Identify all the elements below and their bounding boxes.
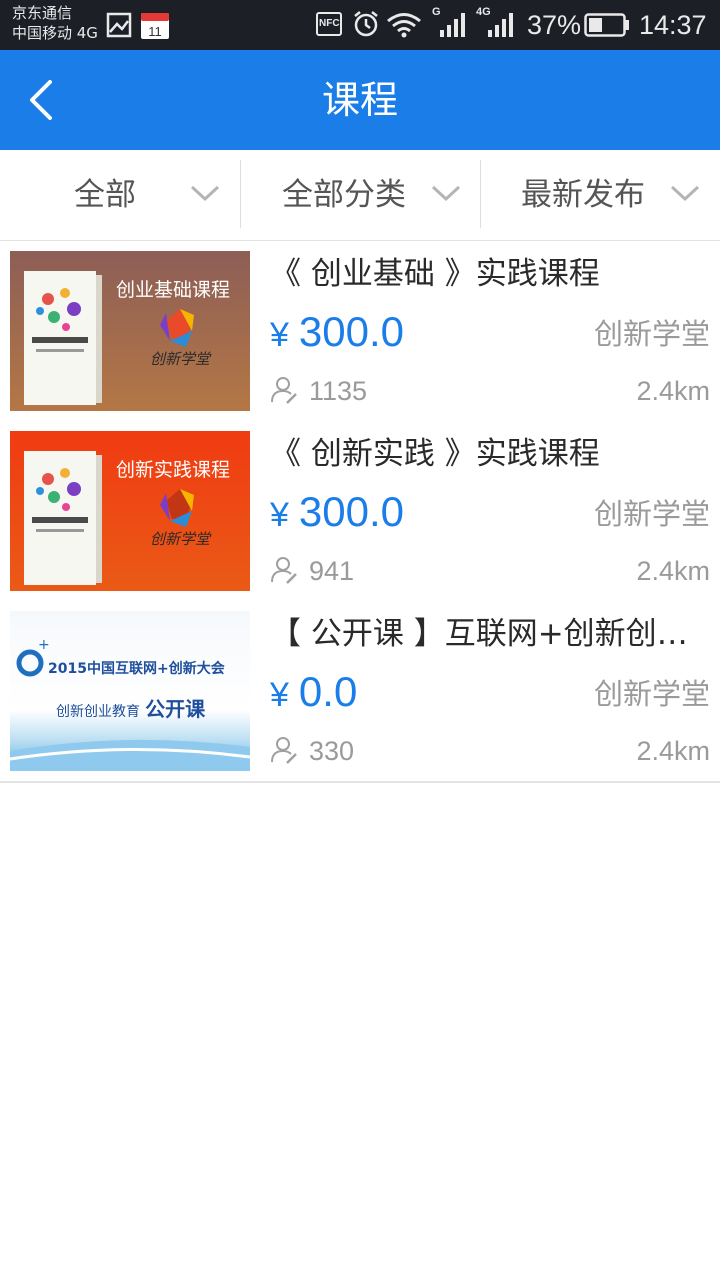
user-icon (271, 557, 297, 584)
currency-symbol: ¥ (270, 676, 289, 714)
course-thumbnail: 创业基础课程 创新学堂 (10, 251, 250, 411)
course-organization: 创新学堂 (593, 317, 710, 351)
nfc-label: NFC (319, 18, 340, 29)
thumbnail-tag: 公开课 (145, 697, 206, 721)
calendar-day: 11 (148, 24, 162, 39)
signal-2-icon (488, 13, 513, 37)
course-price: ¥300.0 (270, 305, 404, 362)
currency-symbol: ¥ (270, 316, 289, 354)
filter-scope-dropdown[interactable]: 全部 (0, 150, 240, 240)
carrier-line-1: 京东通信 (12, 4, 73, 22)
thumbnail-title: 2015中国互联网+创新大会 (48, 661, 225, 677)
battery-percent: 37% (527, 10, 582, 40)
nfc-icon: NFC (316, 12, 342, 36)
course-price: ¥300.0 (270, 485, 404, 542)
thumbnail-brand: 创新学堂 (150, 350, 211, 368)
filter-sort-dropdown[interactable]: 最新发布 (481, 150, 720, 240)
chevron-down-icon (190, 185, 220, 202)
page-title: 课程 (321, 78, 398, 122)
price-value: 300.0 (298, 308, 405, 355)
course-distance: 2.4km (636, 556, 710, 586)
enrollment-count: 941 (309, 556, 355, 586)
course-cover-image (24, 271, 194, 405)
svg-text:+: + (38, 637, 50, 653)
chevron-down-icon (670, 185, 700, 202)
filter-scope-label: 全部 (74, 177, 136, 213)
course-price: ¥0.0 (270, 665, 357, 722)
course-list-item[interactable]: 创业基础课程 创新学堂 《 创业基础 》实践课程 ¥300.0 创新学堂 113… (0, 241, 720, 423)
filter-category-label: 全部分类 (282, 177, 406, 213)
thumbnail-sub: 创新创业教育 (56, 704, 140, 720)
price-value: 0.0 (298, 668, 358, 715)
calendar-icon: 11 (141, 13, 169, 39)
enrollment-count: 1135 (309, 376, 368, 406)
course-distance: 2.4km (636, 736, 710, 766)
currency-symbol: ¥ (270, 496, 289, 534)
course-name: 【 公开课 】互联网+创新创业... (270, 616, 710, 652)
chevron-down-icon (431, 185, 461, 202)
course-thumbnail: + 2015中国互联网+创新大会 创新创业教育 公开课 (10, 611, 250, 771)
course-cover-image: + (10, 637, 250, 771)
course-list-item[interactable]: + 2015中国互联网+创新大会 创新创业教育 公开课 【 公开课 】互联网+创… (0, 601, 720, 783)
price-value: 300.0 (298, 488, 405, 535)
user-icon (271, 377, 297, 404)
course-name: 《 创新实践 》实践课程 (270, 436, 600, 472)
course-distance: 2.4km (636, 376, 710, 406)
carrier-info: 京东通信 中国移动 4G (12, 3, 98, 43)
status-bar: 京东通信 中国移动 4G 11 NFC G 4G 37% 14:37 (0, 0, 720, 50)
filter-sort-label: 最新发布 (521, 177, 645, 213)
course-thumbnail: 创新实践课程 创新学堂 (10, 431, 250, 591)
filter-bar: 全部 全部分类 最新发布 (0, 150, 720, 242)
course-organization: 创新学堂 (593, 677, 710, 711)
thumbnail-subtitle: 创新创业教育 公开课 (56, 697, 246, 724)
thumbnail-brand: 创新学堂 (150, 530, 211, 548)
signal-1-icon (440, 13, 465, 37)
user-icon (271, 737, 297, 764)
course-list-item[interactable]: 创新实践课程 创新学堂 《 创新实践 》实践课程 ¥300.0 创新学堂 941… (0, 421, 720, 603)
carrier-line-2: 中国移动 4G (12, 24, 98, 42)
wifi-icon (387, 13, 421, 38)
thumbnail-title: 创新实践课程 (116, 459, 231, 481)
clock: 14:37 (639, 10, 707, 40)
gallery-icon (106, 12, 132, 38)
thumbnail-title: 创业基础课程 (116, 279, 231, 301)
course-organization: 创新学堂 (593, 497, 710, 531)
enrollment-count: 330 (309, 736, 355, 766)
app-header: 课程 (0, 50, 720, 150)
alarm-icon (354, 11, 378, 37)
filter-category-dropdown[interactable]: 全部分类 (241, 150, 480, 240)
battery-icon (584, 13, 629, 37)
course-name: 《 创业基础 》实践课程 (270, 256, 600, 292)
course-cover-image (24, 451, 194, 585)
